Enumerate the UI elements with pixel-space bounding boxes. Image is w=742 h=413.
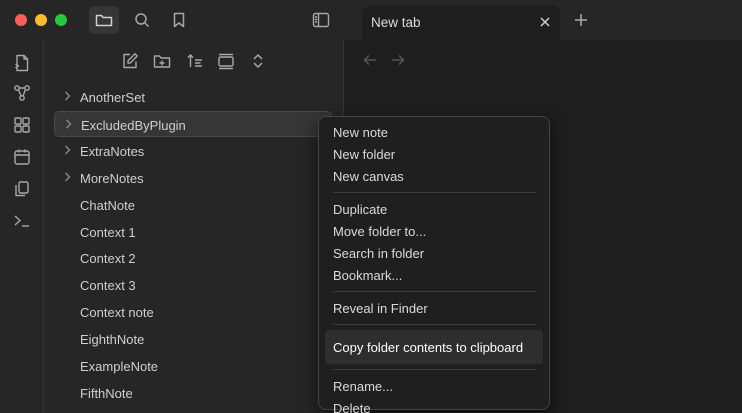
tree-item-label: Context note xyxy=(80,305,154,321)
tree-folder-item[interactable]: ExtraNotes xyxy=(54,138,332,164)
bookmark-icon xyxy=(172,12,186,28)
tree-file-item[interactable]: ChatNote xyxy=(54,192,332,218)
tree-item-label: Context 1 xyxy=(80,224,136,240)
tree-item-label: ChatNote xyxy=(80,197,135,213)
close-window-button[interactable] xyxy=(15,14,27,26)
tree-item-label: EighthNote xyxy=(80,332,145,348)
tree-item-label: ExcludedByPlugin xyxy=(81,117,186,133)
tree-file-item[interactable]: Context note xyxy=(54,299,332,325)
menu-item-label: Rename... xyxy=(333,379,393,394)
menu-item-label: Bookmark... xyxy=(333,268,403,283)
chevron-right-icon[interactable] xyxy=(63,119,73,129)
tree-item-label: ExtraNotes xyxy=(80,143,145,159)
menu-item[interactable]: Rename... xyxy=(325,375,543,397)
zoom-window-button[interactable] xyxy=(55,14,67,26)
canvas-icon[interactable] xyxy=(11,114,33,136)
daily-note-icon[interactable] xyxy=(11,146,33,168)
minimize-window-button[interactable] xyxy=(35,14,47,26)
tree-file-item[interactable]: ExampleNote xyxy=(54,353,332,379)
new-tab-button[interactable] xyxy=(570,9,592,31)
bookmarks-tab-button[interactable] xyxy=(164,6,194,34)
menu-item-label: Delete xyxy=(333,401,371,413)
menu-item[interactable]: New folder xyxy=(325,143,543,165)
menu-item[interactable]: Copy folder contents to clipboard xyxy=(325,330,543,364)
menu-item-label: Reveal in Finder xyxy=(333,301,428,316)
search-icon xyxy=(134,12,150,28)
tree-item-label: AnotherSet xyxy=(80,90,146,105)
files-tab-button[interactable] xyxy=(89,6,119,34)
tree-item-label: Context 2 xyxy=(80,251,136,267)
plus-icon xyxy=(574,13,588,27)
tree-item-label: Context 3 xyxy=(80,278,136,294)
menu-separator xyxy=(333,291,536,292)
tab-title: New tab xyxy=(371,15,421,30)
menu-item[interactable]: Move folder to... xyxy=(325,220,543,242)
menu-item-label: Search in folder xyxy=(333,246,425,261)
chevron-right-icon[interactable] xyxy=(62,172,72,182)
tree-file-item[interactable]: Context 2 xyxy=(54,245,332,271)
menu-separator xyxy=(333,192,536,193)
tree-item-label: ExampleNote xyxy=(80,359,159,374)
graph-view-icon[interactable] xyxy=(11,82,33,104)
chevron-right-icon[interactable] xyxy=(62,91,72,101)
menu-item-label: Duplicate xyxy=(333,202,388,217)
menu-item[interactable]: New canvas xyxy=(325,165,543,187)
menu-item-label: New note xyxy=(333,125,388,140)
open-quick-switcher-icon[interactable] xyxy=(11,52,33,74)
menu-item[interactable]: Reveal in Finder xyxy=(325,297,543,319)
tab-new-tab[interactable]: New tab xyxy=(362,6,560,40)
search-tab-button[interactable] xyxy=(127,6,157,34)
sort-icon[interactable] xyxy=(183,50,207,72)
tree-folder-item[interactable]: MoreNotes xyxy=(54,165,332,191)
close-icon[interactable] xyxy=(536,13,554,31)
context-menu: New note New folder New canvas Duplicate Mov… xyxy=(318,116,550,413)
new-folder-icon[interactable] xyxy=(150,50,174,72)
new-note-icon[interactable] xyxy=(118,50,142,72)
back-arrow-icon[interactable] xyxy=(362,52,378,68)
chevron-right-icon[interactable] xyxy=(62,145,72,155)
expand-icon[interactable] xyxy=(246,50,270,72)
menu-item[interactable]: Search in folder xyxy=(325,242,543,264)
menu-separator xyxy=(333,324,536,325)
tree-item-label: FifthNote xyxy=(80,385,133,401)
left-ribbon xyxy=(0,40,44,413)
menu-item-label: New canvas xyxy=(333,169,404,184)
menu-item[interactable]: Duplicate xyxy=(325,198,543,220)
tree-folder-item[interactable]: ExcludedByPlugin xyxy=(54,110,332,137)
templates-icon[interactable] xyxy=(11,178,33,200)
sidebar-toggle-icon xyxy=(312,12,330,28)
tree-file-item[interactable]: Context 3 xyxy=(54,272,332,298)
menu-item-label: New folder xyxy=(333,147,396,162)
menu-separator xyxy=(333,369,536,370)
menu-item[interactable]: Bookmark... xyxy=(325,264,543,286)
command-palette-icon[interactable] xyxy=(11,210,33,232)
toggle-sidebar-button[interactable] xyxy=(306,6,336,34)
file-explorer: AnotherSet ExcludedByPlugin ExtraNotes More… xyxy=(44,40,344,413)
collapse-all-icon[interactable] xyxy=(214,50,238,72)
menu-item-label: Copy folder contents to clipboard xyxy=(333,340,524,355)
tree-folder-item[interactable]: AnotherSet xyxy=(54,84,332,110)
folder-icon xyxy=(95,12,113,28)
tree-file-item[interactable]: FifthNote xyxy=(54,380,332,406)
menu-item[interactable]: Delete xyxy=(325,397,543,413)
menu-item[interactable]: New note xyxy=(325,121,543,143)
tree-file-item[interactable]: Context 1 xyxy=(54,219,332,245)
menu-item-label: Move folder to... xyxy=(333,224,427,239)
tree-item-label: MoreNotes xyxy=(80,170,144,186)
forward-arrow-icon[interactable] xyxy=(390,52,406,68)
title-bar: New tab xyxy=(0,0,742,40)
tree-file-item[interactable]: EighthNote xyxy=(54,326,332,352)
